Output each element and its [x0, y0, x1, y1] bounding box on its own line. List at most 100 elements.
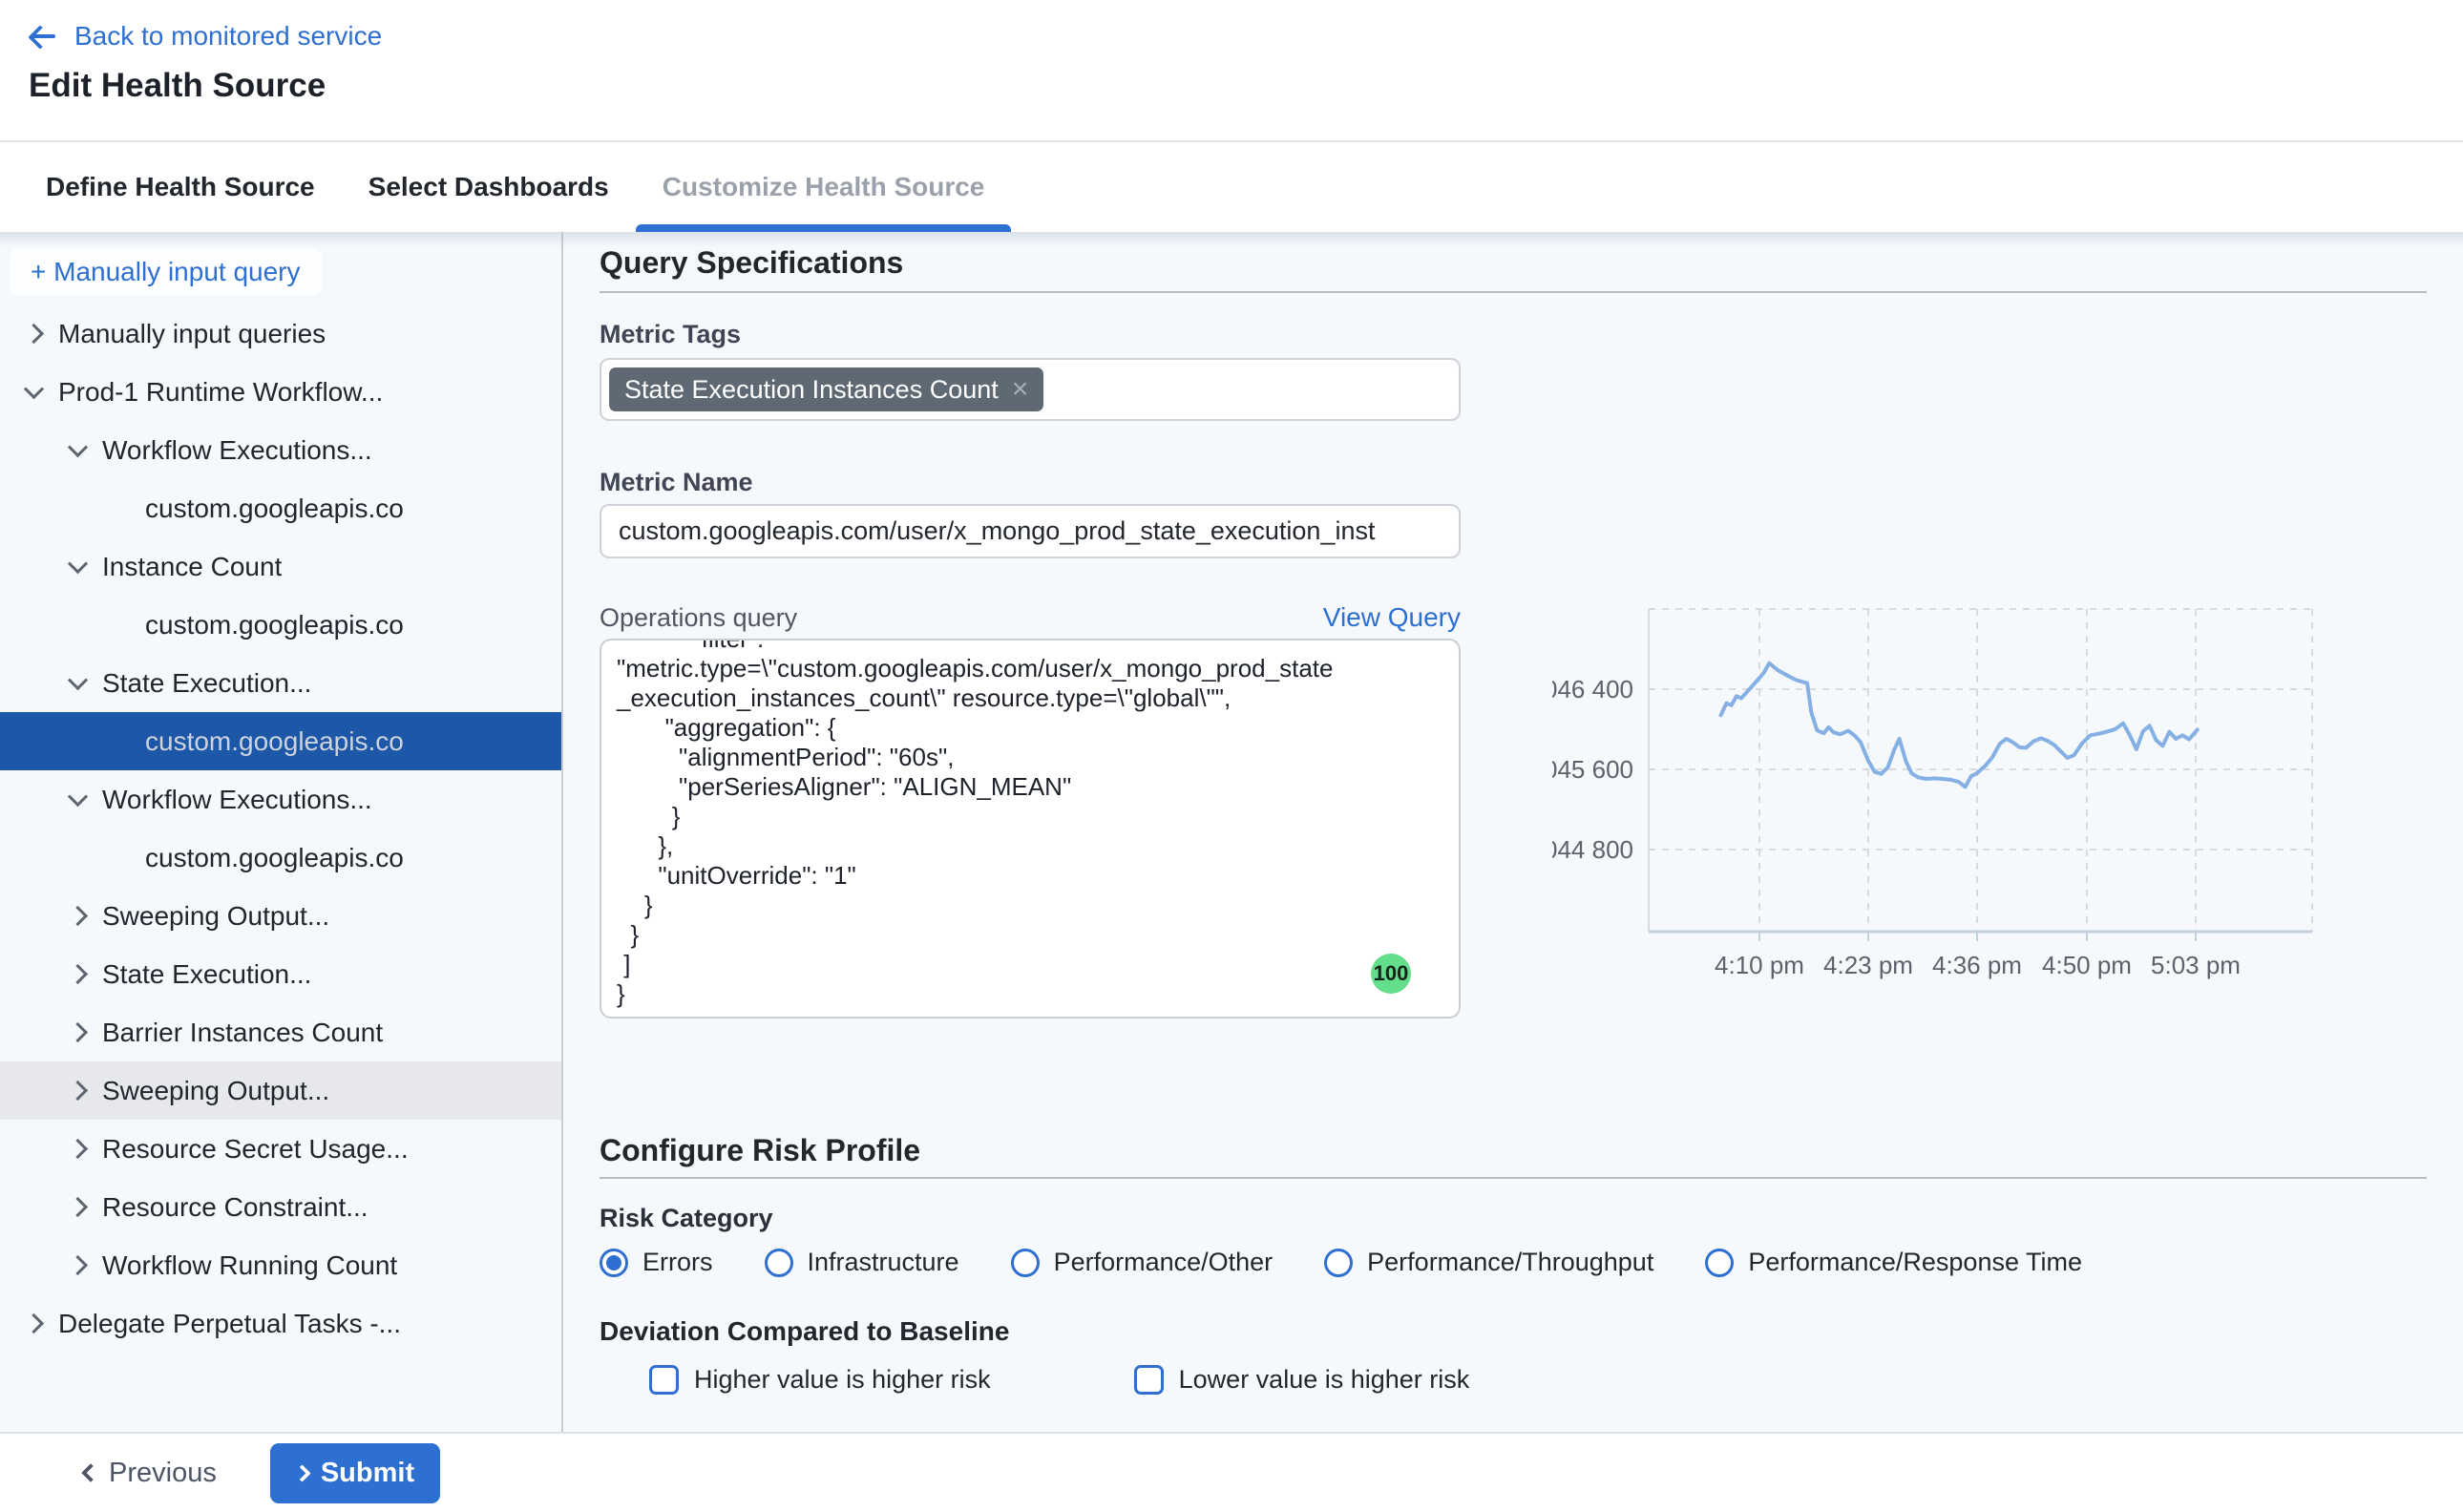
- chevron-right-icon: [293, 1464, 310, 1481]
- submit-button[interactable]: Submit: [270, 1443, 440, 1503]
- sidebar-item-label: Manually input queries: [58, 319, 326, 349]
- sidebar-item[interactable]: Workflow Running Count: [0, 1236, 561, 1294]
- chip-close-icon[interactable]: ×: [1012, 375, 1029, 404]
- add-query-button[interactable]: + Manually input query: [10, 249, 322, 295]
- wizard-tabbar: Define Health Source Select Dashboards C…: [0, 140, 2463, 232]
- sidebar-item-label: Prod-1 Runtime Workflow...: [58, 377, 383, 408]
- sidebar-item-label: Barrier Instances Count: [102, 1018, 383, 1048]
- view-query-link[interactable]: View Query: [1323, 602, 1461, 633]
- chevron-right-icon[interactable]: [68, 1139, 88, 1159]
- sidebar-item[interactable]: Instance Count: [0, 537, 561, 596]
- back-arrow-icon: [29, 22, 57, 51]
- sidebar-item-label: Workflow Executions...: [102, 435, 372, 466]
- sidebar-item[interactable]: Workflow Executions...: [0, 421, 561, 479]
- deviation-baseline-label: Deviation Compared to Baseline: [600, 1316, 2429, 1347]
- operations-query-textarea[interactable]: "filter":"metric.type=\"custom.googleapi…: [600, 639, 1461, 1018]
- query-line: }: [617, 920, 1443, 950]
- risk-radio-performance-throughput[interactable]: Performance/Throughput: [1324, 1248, 1653, 1277]
- content-area: + Manually input query Manually input qu…: [0, 232, 2463, 1432]
- x-axis-tick-label: 4:23 pm: [1823, 951, 1913, 979]
- sidebar-item[interactable]: custom.googleapis.co: [0, 479, 561, 537]
- query-line: }: [617, 891, 1443, 920]
- query-line: ]: [617, 950, 1443, 979]
- chevron-down-icon[interactable]: [68, 787, 88, 807]
- sidebar-item-label: Workflow Running Count: [102, 1250, 397, 1281]
- sidebar-item[interactable]: Manually input queries: [0, 304, 561, 363]
- risk-radio-performance-other[interactable]: Performance/Other: [1011, 1248, 1274, 1277]
- sidebar-item[interactable]: State Execution...: [0, 945, 561, 1003]
- main-panel: Query Specifications Metric Tags State E…: [563, 232, 2463, 1432]
- risk-radio-infrastructure[interactable]: Infrastructure: [765, 1248, 959, 1277]
- risk-radio-performance-response-time[interactable]: Performance/Response Time: [1705, 1248, 2082, 1277]
- edit-health-source-page: Back to monitored service Edit Health So…: [0, 0, 2463, 1512]
- tab-select-dashboards[interactable]: Select Dashboards: [342, 142, 636, 232]
- chevron-right-icon[interactable]: [68, 964, 88, 984]
- x-axis-tick-label: 5:03 pm: [2151, 951, 2241, 979]
- sidebar-item-label: custom.googleapis.co: [145, 843, 404, 873]
- sidebar-item[interactable]: custom.googleapis.co: [0, 712, 561, 770]
- sidebar-item[interactable]: Prod-1 Runtime Workflow...: [0, 363, 561, 421]
- metric-tag-chip: State Execution Instances Count ×: [609, 368, 1043, 411]
- checkbox-higher-value-is-higher-risk[interactable]: Higher value is higher risk: [649, 1365, 991, 1395]
- configure-risk-profile-heading: Configure Risk Profile: [600, 1129, 2429, 1171]
- chevron-right-icon[interactable]: [68, 1255, 88, 1275]
- sidebar-item-label: Instance Count: [102, 552, 282, 582]
- sidebar-item-label: Sweeping Output...: [102, 901, 329, 932]
- query-line: },: [617, 831, 1443, 861]
- radio-icon[interactable]: [600, 1249, 628, 1277]
- tab-label: Customize Health Source: [663, 172, 985, 202]
- query-line: "perSeriesAligner": "ALIGN_MEAN": [617, 772, 1443, 802]
- sidebar-item[interactable]: Workflow Executions...: [0, 770, 561, 829]
- sidebar-item[interactable]: custom.googleapis.co: [0, 829, 561, 887]
- tab-define-health-source[interactable]: Define Health Source: [19, 142, 342, 232]
- radio-label: Errors: [642, 1248, 713, 1277]
- metric-name-input[interactable]: custom.googleapis.com/user/x_mongo_prod_…: [600, 504, 1461, 558]
- x-axis-tick-label: 4:36 pm: [1932, 951, 2022, 979]
- metric-preview-chart: 36 046 40036 045 60036 044 8004:10 pm4:2…: [1552, 587, 2431, 1002]
- query-line: }: [617, 979, 1443, 1009]
- chevron-right-icon[interactable]: [68, 1081, 88, 1101]
- operations-row: Operations query View Query "filter":"me…: [600, 602, 2429, 1018]
- radio-icon[interactable]: [765, 1249, 793, 1277]
- chevron-right-icon[interactable]: [68, 1022, 88, 1042]
- chevron-down-icon[interactable]: [24, 379, 44, 399]
- tab-customize-health-source[interactable]: Customize Health Source: [636, 142, 1012, 232]
- back-link[interactable]: Back to monitored service: [29, 0, 2463, 52]
- chevron-down-icon[interactable]: [68, 437, 88, 457]
- radio-icon[interactable]: [1011, 1249, 1040, 1277]
- radio-icon[interactable]: [1324, 1249, 1353, 1277]
- sidebar-item[interactable]: Resource Secret Usage...: [0, 1120, 561, 1178]
- chevron-right-icon[interactable]: [68, 906, 88, 926]
- sidebar-item[interactable]: Barrier Instances Count: [0, 1003, 561, 1061]
- risk-category-options: Errors Infrastructure Performance/Other Per…: [600, 1248, 2429, 1277]
- metric-tags-input[interactable]: State Execution Instances Count ×: [600, 358, 1461, 421]
- checkbox-icon[interactable]: [649, 1365, 679, 1395]
- sidebar-item[interactable]: Delegate Perpetual Tasks -...: [0, 1294, 561, 1353]
- radio-icon[interactable]: [1705, 1249, 1734, 1277]
- section-divider: [600, 291, 2427, 293]
- metric-tag-chip-label: State Execution Instances Count: [624, 375, 999, 405]
- risk-radio-errors[interactable]: Errors: [600, 1248, 713, 1277]
- sidebar-item[interactable]: Resource Constraint...: [0, 1178, 561, 1236]
- chevron-right-icon[interactable]: [24, 1313, 44, 1334]
- chevron-right-icon[interactable]: [68, 1197, 88, 1217]
- sidebar-item[interactable]: Sweeping Output...: [0, 887, 561, 945]
- page-header: Back to monitored service Edit Health So…: [0, 0, 2463, 140]
- sidebar-item[interactable]: Sweeping Output...: [0, 1061, 561, 1120]
- sidebar-item-label: custom.googleapis.co: [145, 494, 404, 524]
- chevron-right-icon[interactable]: [24, 324, 44, 344]
- checkbox-label: Lower value is higher risk: [1179, 1365, 1470, 1395]
- wizard-footer: Previous Submit: [0, 1432, 2463, 1512]
- sidebar-item[interactable]: custom.googleapis.co: [0, 596, 561, 654]
- page-title: Edit Health Source: [29, 67, 2463, 105]
- previous-button[interactable]: Previous: [84, 1458, 217, 1489]
- query-line: "aggregation": {: [617, 713, 1443, 743]
- chevron-down-icon[interactable]: [68, 670, 88, 690]
- chevron-down-icon[interactable]: [68, 554, 88, 574]
- tab-label: Select Dashboards: [368, 172, 609, 202]
- sidebar-item[interactable]: State Execution...: [0, 654, 561, 712]
- x-axis-tick-label: 4:50 pm: [2042, 951, 2132, 979]
- radio-label: Infrastructure: [808, 1248, 959, 1277]
- checkbox-lower-value-is-higher-risk[interactable]: Lower value is higher risk: [1134, 1365, 1470, 1395]
- checkbox-icon[interactable]: [1134, 1365, 1164, 1395]
